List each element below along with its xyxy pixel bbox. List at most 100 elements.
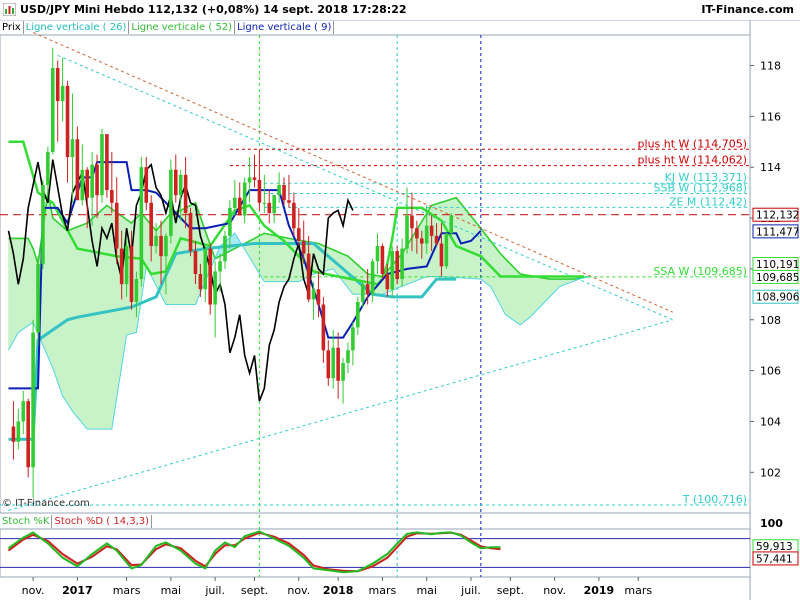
candle-body bbox=[213, 271, 217, 305]
candle-body bbox=[208, 248, 213, 305]
candle-body bbox=[311, 289, 316, 300]
candle-body bbox=[346, 350, 350, 363]
cloud-segment bbox=[261, 232, 265, 283]
stoch-badge-1: 57,441 bbox=[756, 553, 793, 565]
candle-body bbox=[223, 235, 227, 262]
candle-body bbox=[144, 167, 149, 203]
cloud-segment bbox=[534, 276, 538, 313]
candle-body bbox=[218, 261, 222, 272]
cloud-segment bbox=[84, 222, 88, 430]
cloud-segment bbox=[20, 238, 24, 332]
cloud-segment bbox=[522, 274, 526, 324]
candle-body bbox=[75, 139, 80, 201]
cloud-segment bbox=[27, 238, 31, 327]
candle-body bbox=[356, 301, 360, 328]
candle-body bbox=[301, 240, 306, 254]
candle-body bbox=[395, 251, 399, 280]
candle-body bbox=[164, 235, 168, 257]
cloud-segment bbox=[537, 276, 541, 311]
cloud-segment bbox=[145, 218, 150, 272]
cloud-segment bbox=[480, 227, 484, 282]
level-label-5: SSA W (109,685) bbox=[653, 265, 747, 278]
candle-body bbox=[21, 401, 26, 422]
candle-body bbox=[55, 68, 60, 102]
y-tick-label: 106 bbox=[760, 365, 781, 378]
cloud-segment bbox=[505, 258, 509, 317]
legend-stoch-d[interactable]: Stoch %D ( 14,3,3) bbox=[52, 515, 153, 528]
candle-body bbox=[169, 169, 173, 236]
candle-body bbox=[370, 261, 375, 295]
candle-body bbox=[70, 139, 75, 158]
candle-body bbox=[139, 167, 144, 280]
candle-body bbox=[60, 85, 65, 102]
candle-body bbox=[242, 182, 247, 216]
candle-body bbox=[50, 68, 55, 152]
x-tick-label: juil. bbox=[204, 584, 225, 597]
candle-body bbox=[375, 246, 380, 262]
price-badge-3: 109,685 bbox=[756, 272, 799, 284]
candle-body bbox=[198, 274, 203, 290]
stoch-legend: Stoch %K Stoch %D ( 14,3,3) bbox=[0, 515, 153, 528]
cloud-segment bbox=[473, 218, 477, 280]
candle-body bbox=[237, 197, 242, 216]
candle-body bbox=[336, 347, 340, 381]
y-tick-label: 102 bbox=[760, 466, 781, 479]
candle-body bbox=[257, 179, 262, 203]
level-label-4: ZE M (112,42) bbox=[669, 195, 747, 208]
cloud-segment bbox=[15, 238, 19, 338]
cloud-segment bbox=[510, 263, 514, 321]
cloud-segment bbox=[527, 274, 531, 320]
stoch-k-line bbox=[7, 530, 501, 574]
candle-body bbox=[154, 235, 158, 247]
cloud-segment bbox=[8, 238, 12, 351]
cloud-segment bbox=[542, 277, 546, 306]
level-label-6: T (100,716) bbox=[682, 493, 747, 506]
stoch-panel-frame bbox=[0, 528, 751, 578]
cloud-segment bbox=[74, 226, 78, 419]
candle-body bbox=[203, 248, 208, 290]
x-tick-label: sept. bbox=[497, 584, 524, 597]
x-tick-label: mai bbox=[416, 584, 437, 597]
x-tick-label: 2017 bbox=[62, 584, 93, 597]
candle-body bbox=[65, 85, 70, 158]
candle-body bbox=[410, 215, 414, 229]
cloud-segment bbox=[453, 197, 457, 278]
candle-body bbox=[228, 207, 232, 236]
cloud-segment bbox=[177, 210, 181, 305]
candle-body bbox=[429, 225, 434, 236]
candle-body bbox=[321, 304, 326, 351]
y-tick-label: 118 bbox=[760, 60, 781, 73]
cloud-segment bbox=[264, 232, 268, 282]
legend-stoch-k[interactable]: Stoch %K bbox=[0, 515, 53, 528]
candle-body bbox=[449, 215, 454, 234]
x-tick-label: sept. bbox=[241, 584, 268, 597]
cloud-segment bbox=[529, 275, 533, 318]
candle-body bbox=[331, 347, 336, 379]
price-chart[interactable]: plus ht W (114,705)plus ht W (114,062)KJ… bbox=[0, 0, 800, 600]
candle-body bbox=[134, 279, 139, 302]
x-tick-label: nov. bbox=[22, 584, 45, 597]
candle-body bbox=[233, 197, 237, 208]
cloud-segment bbox=[470, 215, 474, 279]
candle-body bbox=[287, 200, 291, 203]
candle-body bbox=[31, 332, 35, 468]
candle-body bbox=[390, 251, 395, 290]
y-tick-label: 114 bbox=[760, 161, 781, 174]
y-tick-label: 108 bbox=[760, 314, 781, 327]
candle-body bbox=[326, 350, 331, 379]
candle-body bbox=[306, 253, 311, 300]
cloud-segment bbox=[254, 236, 258, 271]
cloud-segment bbox=[524, 274, 528, 322]
candle-body bbox=[183, 174, 188, 213]
cloud-segment bbox=[25, 238, 29, 328]
cloud-segment bbox=[271, 234, 275, 282]
candle-body bbox=[129, 246, 134, 302]
x-tick-label: mars bbox=[624, 584, 652, 597]
cloud-segment bbox=[82, 223, 86, 427]
cloud-segment bbox=[77, 225, 81, 422]
cloud-segment bbox=[175, 210, 179, 305]
cloud-segment bbox=[79, 224, 83, 424]
candle-body bbox=[173, 169, 178, 196]
price-badge-0: 112,132 bbox=[756, 210, 799, 222]
candle-body bbox=[365, 284, 370, 295]
